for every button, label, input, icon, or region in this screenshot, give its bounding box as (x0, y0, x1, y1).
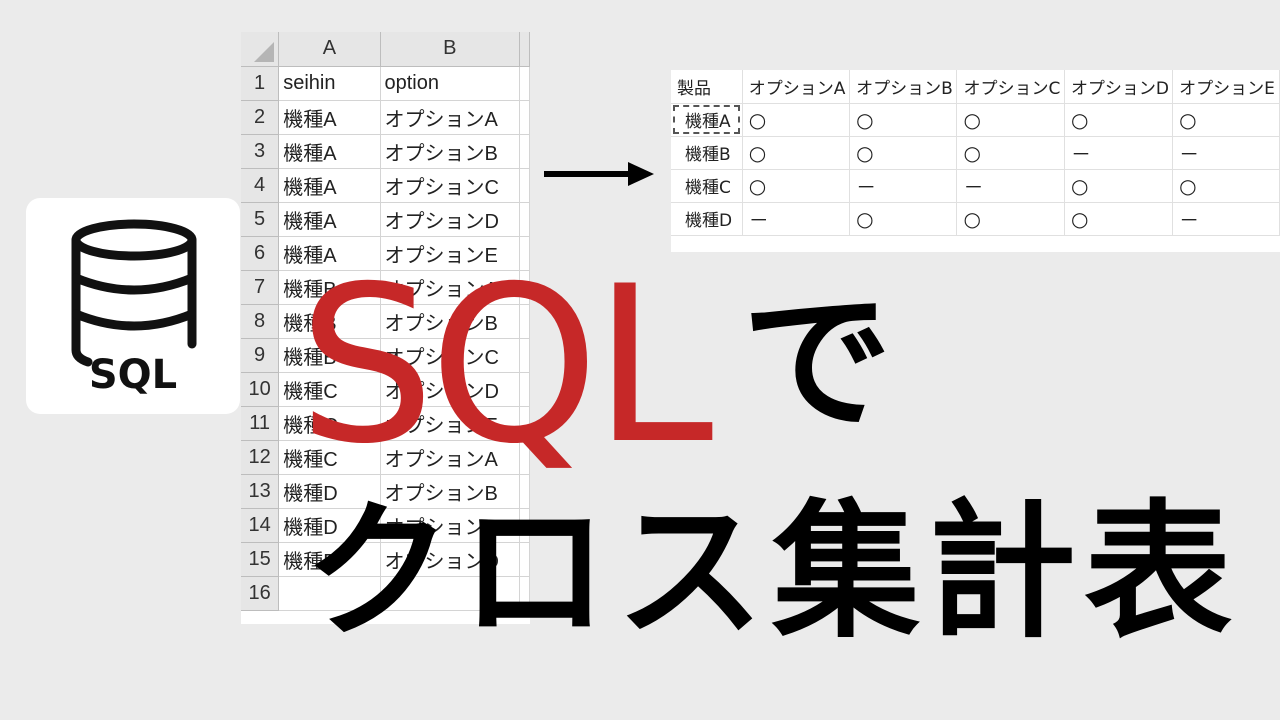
headline-sql: SQL (298, 240, 713, 491)
cell-empty[interactable] (519, 168, 530, 203)
cross-cell[interactable]: ○ (742, 103, 851, 137)
cell-empty[interactable] (519, 66, 530, 101)
cell-seihin[interactable]: seihin (278, 66, 381, 101)
cross-row-label[interactable]: 機種D (671, 202, 743, 236)
cross-cell[interactable]: ○ (956, 103, 1065, 137)
cross-cell[interactable]: － (742, 202, 851, 236)
row-header[interactable]: 2 (241, 100, 280, 135)
row-header[interactable]: 8 (241, 304, 280, 339)
column-header-a[interactable]: A (278, 32, 381, 67)
select-all-corner[interactable] (241, 32, 280, 67)
cross-cell[interactable]: ○ (742, 136, 851, 170)
cell-seihin[interactable]: 機種A (278, 168, 381, 203)
row-header[interactable]: 5 (241, 202, 280, 237)
column-header-c[interactable] (519, 32, 530, 67)
cross-header-product[interactable]: 製品 (671, 70, 743, 104)
cross-cell[interactable]: ○ (849, 202, 958, 236)
cross-row-label[interactable]: 機種C (671, 169, 743, 203)
cross-row: 機種B ○ ○ ○ －－ (671, 136, 1280, 170)
cross-cell[interactable]: － (1172, 136, 1280, 170)
cross-row-label[interactable]: 機種B (671, 136, 743, 170)
cross-cell[interactable]: － (1064, 136, 1174, 170)
cross-cell[interactable]: ○ (1064, 202, 1174, 236)
cell-option[interactable]: オプションD (380, 202, 521, 237)
headline-de: で (742, 276, 893, 450)
sql-logo-card: SQL (26, 198, 240, 414)
cross-cell[interactable]: ○ (849, 103, 958, 137)
cross-cell[interactable]: ○ (956, 136, 1065, 170)
cell-seihin[interactable]: 機種A (278, 202, 381, 237)
cross-cell[interactable]: ○ (1064, 103, 1174, 137)
cell-option[interactable]: option (380, 66, 521, 101)
cross-cell[interactable]: ○ (1172, 169, 1280, 203)
cross-cell[interactable]: ○ (849, 136, 958, 170)
row-header[interactable]: 16 (241, 576, 280, 611)
cross-row: 機種D － ○ ○ ○ － (671, 202, 1280, 236)
cross-header-option[interactable]: オプションA (742, 70, 851, 104)
cell-empty[interactable] (519, 202, 530, 237)
cell-empty[interactable] (519, 134, 530, 169)
row-header[interactable]: 12 (241, 440, 280, 475)
sheet-row: 5 機種A オプションD (241, 202, 530, 237)
cross-cell[interactable]: － (1172, 202, 1280, 236)
row-header[interactable]: 1 (241, 66, 280, 101)
arrow-right-icon (544, 162, 654, 186)
cross-cell[interactable]: － (956, 169, 1065, 203)
sheet-row: 4 機種A オプションC (241, 168, 530, 203)
cross-cell[interactable]: ○ (956, 202, 1065, 236)
cross-row: 機種C ○ －－ ○ ○ (671, 169, 1280, 203)
cross-header-option[interactable]: オプションE (1172, 70, 1280, 104)
cross-cell[interactable]: － (849, 169, 958, 203)
row-header[interactable]: 7 (241, 270, 280, 305)
cross-cell[interactable]: ○ (1172, 103, 1280, 137)
row-header[interactable]: 14 (241, 508, 280, 543)
row-header[interactable]: 3 (241, 134, 280, 169)
cell-option[interactable]: オプションC (380, 168, 521, 203)
cell-seihin[interactable]: 機種A (278, 100, 381, 135)
sheet-row: 1 seihin option (241, 66, 530, 101)
cross-header-option[interactable]: オプションB (849, 70, 958, 104)
cell-empty[interactable] (519, 100, 530, 135)
row-header[interactable]: 9 (241, 338, 280, 373)
cross-cell[interactable]: ○ (1064, 169, 1174, 203)
sheet-row: 3 機種A オプションB (241, 134, 530, 169)
row-header[interactable]: 6 (241, 236, 280, 271)
cell-option[interactable]: オプションA (380, 100, 521, 135)
column-header-b[interactable]: B (380, 32, 521, 67)
row-header[interactable]: 11 (241, 406, 280, 441)
headline-cross-tab: クロス集計表 (304, 486, 1240, 658)
cell-option[interactable]: オプションB (380, 134, 521, 169)
row-header[interactable]: 4 (241, 168, 280, 203)
cross-header-option[interactable]: オプションD (1064, 70, 1174, 104)
row-header[interactable]: 10 (241, 372, 280, 407)
cross-row-label[interactable]: 機種A (671, 103, 743, 137)
cell-seihin[interactable]: 機種A (278, 134, 381, 169)
row-header[interactable]: 15 (241, 542, 280, 577)
cross-tab-table: 製品 オプションA オプションB オプションC オプションD オプションE 機種A ○ ○ ○ ○… (671, 70, 1280, 252)
row-header[interactable]: 13 (241, 474, 280, 509)
cross-row: 機種A ○ ○ ○ ○ ○ (671, 103, 1280, 137)
cross-header-option[interactable]: オプションC (956, 70, 1065, 104)
cross-cell[interactable]: ○ (742, 169, 851, 203)
sheet-row: 2 機種A オプションA (241, 100, 530, 135)
logo-sql-text: SQL (88, 352, 178, 398)
